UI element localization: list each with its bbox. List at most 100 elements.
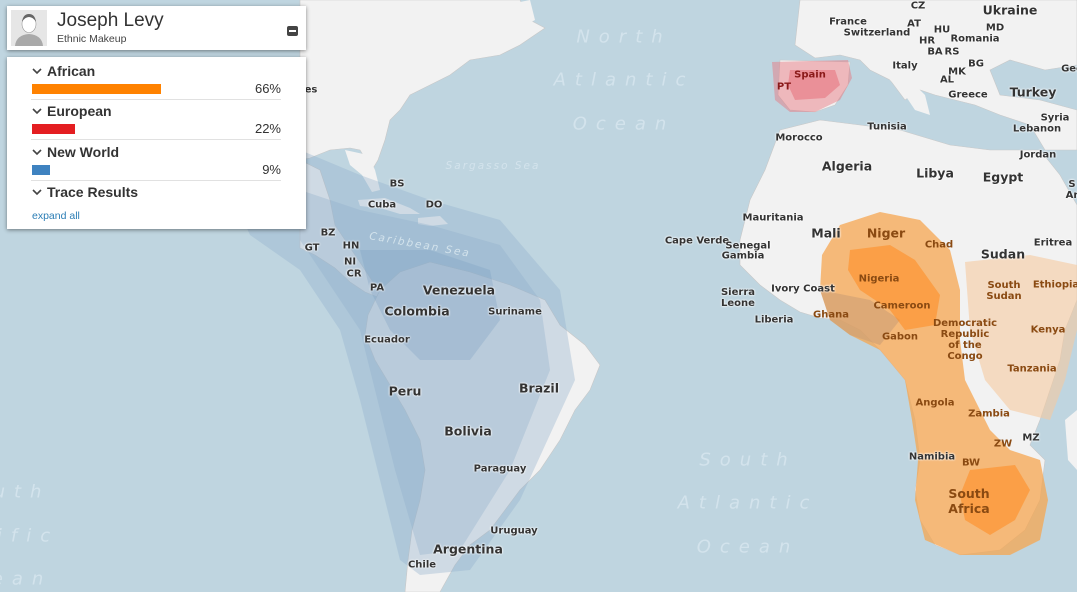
country-label: Sierra Leone bbox=[720, 287, 756, 309]
country-label: Niger bbox=[866, 225, 906, 241]
country-label: Jordan bbox=[1019, 149, 1057, 161]
country-label: Ethiopia bbox=[1032, 279, 1077, 291]
country-label: Tunisia bbox=[867, 121, 907, 133]
percent-value: 66% bbox=[254, 81, 281, 96]
chevron-down-icon bbox=[32, 149, 42, 156]
country-label: Democratic Republic of the Congo bbox=[932, 318, 998, 362]
country-label: Namibia bbox=[908, 451, 956, 463]
country-label: Romania bbox=[950, 33, 1000, 45]
country-label: Kenya bbox=[1030, 324, 1066, 336]
country-label: S Ar bbox=[1065, 179, 1077, 201]
ocean-label: Atlantic bbox=[553, 69, 695, 91]
country-label: Eritrea bbox=[1033, 237, 1073, 249]
country-label: France bbox=[829, 16, 867, 28]
ethnic-makeup-panel: African 66% European 22% New World 9% Tr… bbox=[7, 57, 306, 229]
country-label: PT bbox=[776, 81, 792, 93]
country-label: Suriname bbox=[488, 306, 542, 318]
section-african: African 66% bbox=[31, 63, 281, 100]
country-label: DO bbox=[425, 199, 443, 211]
profile-header: Joseph Levy Ethnic Makeup bbox=[7, 6, 306, 50]
country-label: MD bbox=[985, 22, 1005, 34]
section-label: European bbox=[47, 103, 112, 119]
country-label: Lebanon bbox=[1012, 123, 1062, 135]
section-new-world: New World 9% bbox=[31, 144, 281, 181]
country-label: Angola bbox=[915, 397, 955, 409]
section-label: New World bbox=[47, 144, 120, 160]
country-label: AL bbox=[939, 74, 955, 86]
country-label: Syria bbox=[1040, 112, 1070, 124]
country-label: Switzerland bbox=[843, 27, 911, 39]
country-label: HN bbox=[342, 240, 360, 252]
country-label: South Africa bbox=[948, 486, 990, 516]
country-label: NI bbox=[343, 256, 357, 268]
user-silhouette-icon bbox=[11, 10, 47, 46]
country-label: Cape Verde bbox=[664, 235, 730, 247]
country-label: BZ bbox=[320, 227, 336, 239]
country-label: HU bbox=[933, 24, 951, 36]
ocean-label: Atlantic bbox=[677, 492, 819, 514]
expand-all-link[interactable]: expand all bbox=[32, 210, 80, 222]
percent-bar bbox=[32, 124, 76, 134]
country-label: Spain bbox=[794, 69, 826, 81]
section-new-world-toggle[interactable]: New World bbox=[31, 144, 281, 160]
percent-value: 9% bbox=[262, 162, 281, 177]
country-label: South Sudan bbox=[986, 280, 1022, 302]
country-label: Nigeria bbox=[858, 273, 900, 285]
chevron-down-icon bbox=[32, 68, 42, 75]
percent-bar bbox=[32, 84, 162, 94]
country-label: Cameroon bbox=[873, 300, 931, 312]
country-label: Peru bbox=[388, 383, 422, 399]
country-label: Ghana bbox=[813, 309, 849, 321]
percent-bar bbox=[32, 165, 50, 175]
country-label: Chad bbox=[924, 239, 954, 251]
section-african-toggle[interactable]: African bbox=[31, 63, 281, 79]
country-label: Paraguay bbox=[473, 463, 527, 475]
country-label: MZ bbox=[1022, 432, 1040, 444]
country-label: Greece bbox=[948, 89, 988, 101]
sea-label: Sargasso Sea bbox=[445, 160, 541, 172]
country-label: Zambia bbox=[968, 408, 1010, 420]
country-label: Egypt bbox=[982, 169, 1024, 185]
country-label: CR bbox=[346, 268, 362, 280]
country-label: Libya bbox=[916, 165, 954, 181]
country-label: Bolivia bbox=[444, 423, 492, 439]
country-label: Morocco bbox=[775, 132, 823, 144]
ocean-label: uth bbox=[0, 481, 51, 503]
chevron-down-icon bbox=[32, 108, 42, 115]
country-label: AT bbox=[907, 18, 921, 30]
country-label: HR bbox=[918, 35, 936, 47]
ocean-label: North bbox=[576, 26, 672, 48]
country-label: Cuba bbox=[367, 199, 397, 211]
section-label: African bbox=[47, 63, 96, 79]
section-trace-results-toggle[interactable]: Trace Results bbox=[31, 184, 281, 200]
ocean-label: ific bbox=[0, 525, 60, 547]
section-european: European 22% bbox=[31, 103, 281, 140]
country-label: Sudan bbox=[980, 246, 1026, 262]
ocean-label: Ocean bbox=[572, 113, 676, 135]
country-label: ZW bbox=[993, 438, 1013, 450]
country-label: Geo bbox=[1061, 63, 1077, 75]
country-label: Colombia bbox=[384, 303, 450, 319]
country-label: Mali bbox=[811, 225, 841, 241]
section-trace-results: Trace Results bbox=[31, 184, 281, 200]
ocean-label: ean bbox=[0, 568, 53, 590]
country-label: Gambia bbox=[721, 250, 765, 262]
country-label: Liberia bbox=[754, 314, 794, 326]
country-label: BG bbox=[968, 58, 984, 70]
ocean-label: Ocean bbox=[696, 536, 800, 558]
section-european-toggle[interactable]: European bbox=[31, 103, 281, 119]
country-label: Argentina bbox=[433, 541, 503, 557]
country-label: Turkey bbox=[1009, 84, 1057, 100]
country-label: Mauritania bbox=[742, 212, 804, 224]
country-label: Brazil bbox=[519, 380, 559, 396]
country-label: RS bbox=[944, 46, 960, 58]
country-label: BA bbox=[927, 46, 943, 58]
country-label: Ukraine bbox=[982, 2, 1038, 18]
minus-square-icon[interactable] bbox=[287, 26, 298, 36]
ocean-label: South bbox=[699, 449, 797, 471]
profile-name: Joseph Levy bbox=[57, 10, 164, 31]
percent-value: 22% bbox=[254, 121, 281, 136]
country-label: BS bbox=[389, 178, 405, 190]
country-label: Chile bbox=[407, 559, 437, 571]
country-label: BW bbox=[961, 457, 981, 469]
